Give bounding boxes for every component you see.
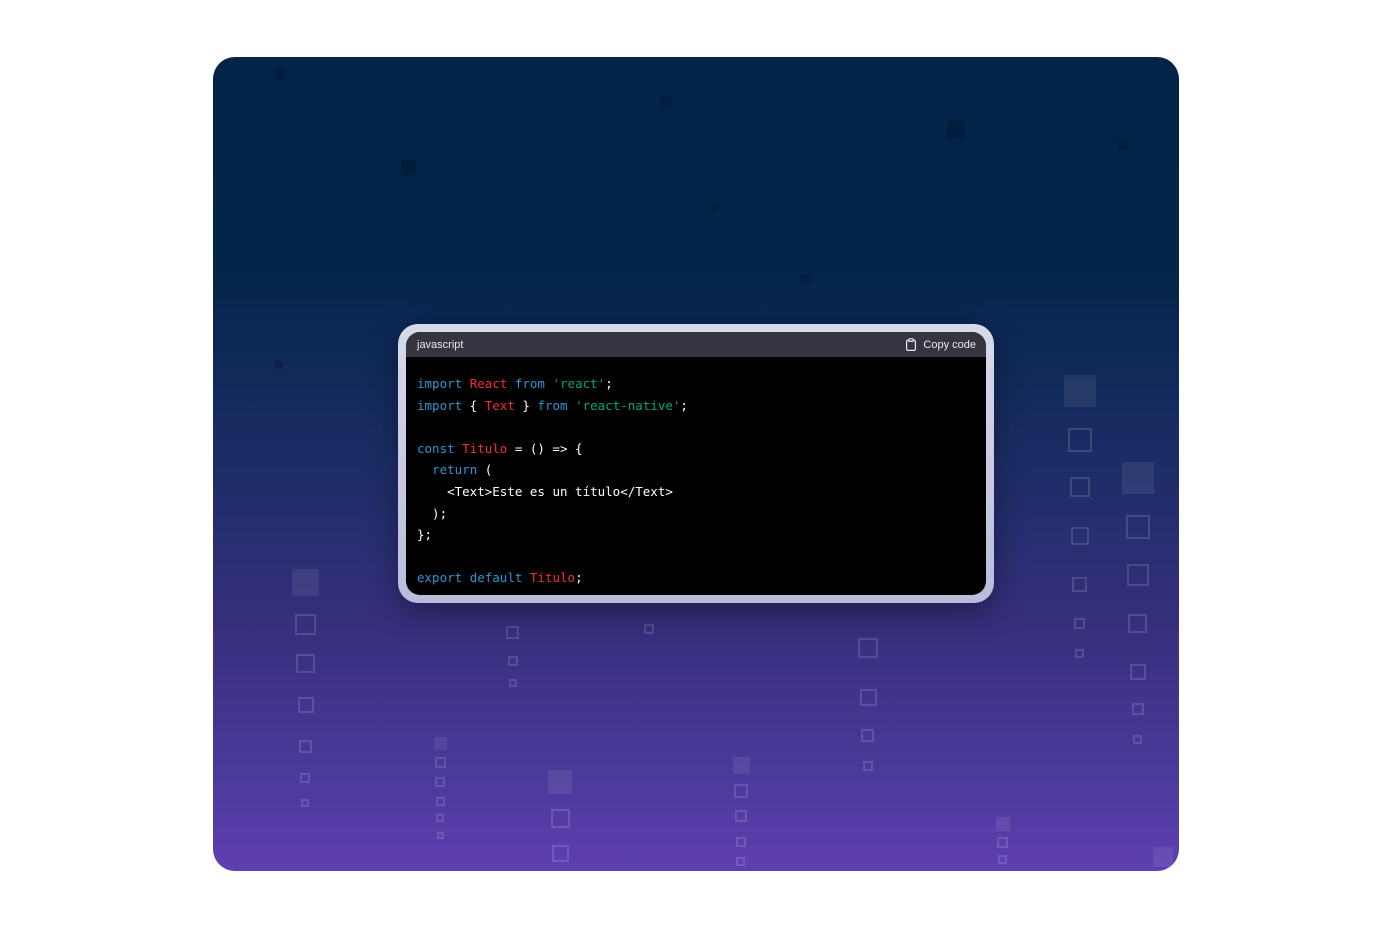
- code-token: const: [417, 440, 455, 456]
- code-token: Text: [484, 397, 515, 413]
- code-token: from: [537, 397, 568, 413]
- clipboard-icon: [905, 338, 917, 351]
- code-token: import: [417, 397, 463, 413]
- code-line: };: [417, 524, 975, 546]
- code-line: <Text>Este es un título</Text>: [417, 481, 975, 503]
- code-token: 'react-native': [575, 397, 681, 413]
- background-card: javascript Copy code import React from '…: [213, 57, 1179, 871]
- code-block-header: javascript Copy code: [406, 332, 986, 357]
- code-token: }: [514, 397, 538, 413]
- copy-code-label: Copy code: [923, 338, 976, 351]
- page: javascript Copy code import React from '…: [0, 0, 1391, 927]
- code-block-frame: javascript Copy code import React from '…: [398, 324, 994, 603]
- code-block: javascript Copy code import React from '…: [406, 332, 986, 595]
- code-token: (: [477, 462, 493, 478]
- copy-code-button[interactable]: Copy code: [905, 338, 976, 351]
- code-token: = () => {: [507, 440, 583, 456]
- code-token: import: [417, 376, 463, 391]
- code-token: default: [469, 570, 523, 586]
- code-line: import { Text } from 'react-native';: [417, 395, 975, 417]
- code-line: import React from 'react';: [417, 373, 975, 395]
- code-content[interactable]: import React from 'react'; import { Text …: [406, 357, 986, 589]
- code-token: from: [514, 376, 545, 391]
- code-token: export: [417, 570, 463, 586]
- code-token: };: [417, 527, 433, 543]
- code-token: return: [432, 462, 478, 478]
- language-label: javascript: [417, 338, 464, 351]
- code-line: return (: [417, 459, 975, 481]
- code-token: 'react': [552, 376, 606, 391]
- code-token: <Text>Este es un título</Text>: [417, 483, 673, 499]
- code-token: ;: [575, 570, 583, 586]
- code-token: Titulo: [462, 440, 508, 456]
- code-line: );: [417, 503, 975, 525]
- code-token: {: [462, 397, 485, 413]
- code-line: const Titulo = () => {: [417, 438, 975, 460]
- code-token: );: [417, 505, 448, 521]
- code-token: Titulo: [529, 570, 576, 586]
- code-line: export default Titulo;: [417, 567, 975, 589]
- code-token: ;: [605, 376, 613, 391]
- code-token: ;: [680, 397, 688, 413]
- code-token: React: [469, 376, 508, 391]
